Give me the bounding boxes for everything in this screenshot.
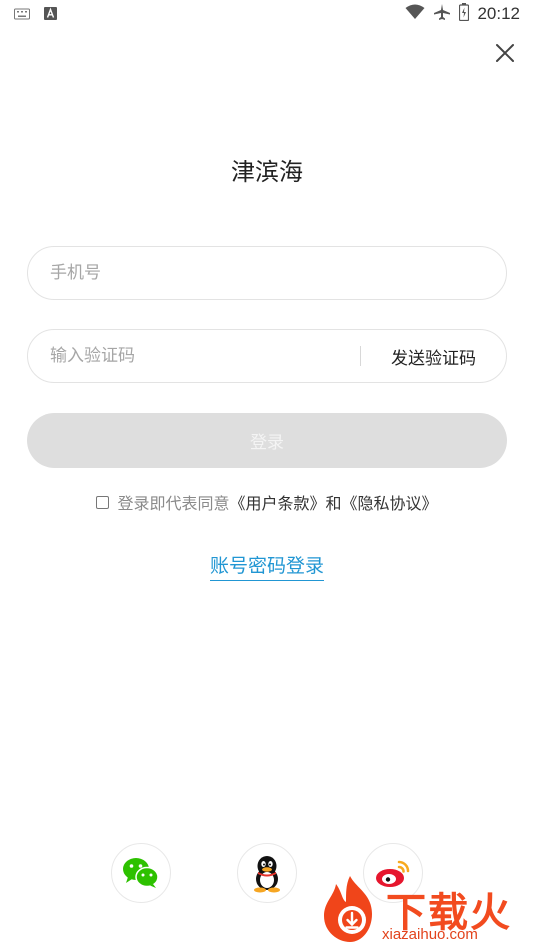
a-icon	[44, 5, 57, 24]
watermark: 下载火 xiazaihuo.com	[312, 872, 534, 948]
verification-code-input[interactable]	[28, 329, 360, 383]
app-title: 津滨海	[231, 158, 303, 186]
wechat-icon	[123, 858, 159, 888]
agreement-checkbox[interactable]	[96, 495, 110, 509]
password-login-row: 账号密码登录	[0, 551, 534, 581]
send-code-button[interactable]: 发送验证码	[361, 344, 506, 369]
agreement-row: 登录即代表同意 《用户条款》 和 《隐私协议》	[0, 490, 534, 514]
battery-icon	[459, 3, 470, 25]
login-button[interactable]: 登录	[27, 413, 507, 468]
phone-input[interactable]	[28, 246, 506, 300]
status-time: 20:12	[477, 4, 520, 23]
wifi-icon	[405, 4, 425, 24]
password-login-link[interactable]: 账号密码登录	[209, 555, 324, 581]
wechat-login-button[interactable]	[111, 843, 171, 903]
code-field: 发送验证码	[27, 329, 507, 383]
privacy-link[interactable]: 《隐私协议》	[342, 490, 438, 514]
qq-login-button[interactable]	[237, 843, 297, 903]
flame-logo-icon	[324, 876, 372, 942]
keyboard-icon	[14, 5, 30, 24]
phone-field	[27, 246, 507, 300]
qq-icon	[254, 856, 280, 893]
watermark-url: xiazaihuo.com	[382, 926, 478, 943]
status-right: 20:12	[405, 3, 520, 25]
close-icon	[496, 44, 514, 62]
status-bar: 20:12	[0, 0, 534, 28]
status-left	[14, 5, 57, 24]
agreement-and: 和	[325, 494, 342, 513]
terms-link[interactable]: 《用户条款》	[229, 490, 325, 514]
airplane-icon	[433, 3, 451, 25]
close-button[interactable]	[490, 38, 520, 68]
agreement-prefix: 登录即代表同意	[117, 494, 230, 513]
